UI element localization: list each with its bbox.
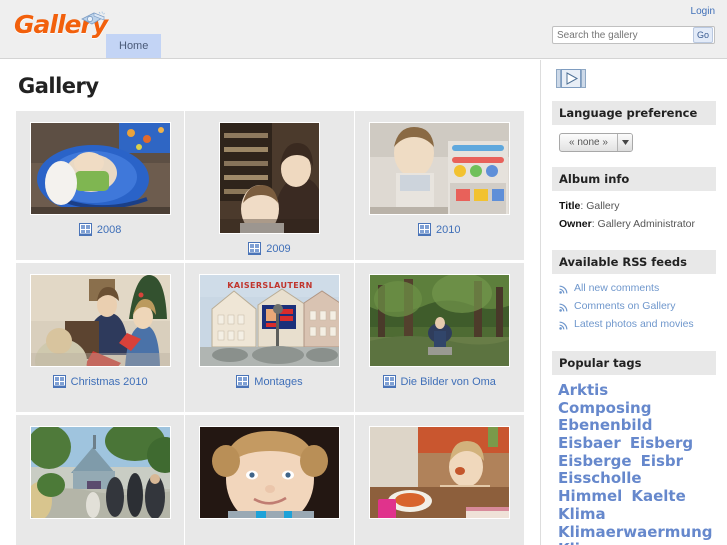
- album-grid: 2008 2009 2010 Christmas 2010 KAISERSLAU…: [16, 110, 524, 545]
- album-title: 2008: [96, 223, 122, 236]
- album-link[interactable]: Die Bilder von Oma: [382, 375, 496, 388]
- album-title: 2009: [266, 242, 291, 255]
- popular-tag-link[interactable]: Himmel: [558, 487, 622, 505]
- login-link[interactable]: Login: [691, 6, 715, 17]
- language-selected-value: « none »: [569, 137, 608, 148]
- album-info-value: Gallery: [586, 200, 620, 212]
- camera-icon: [81, 11, 105, 25]
- album-thumbnail[interactable]: [218, 122, 320, 234]
- album-info-row: Title: Gallery: [559, 200, 620, 212]
- album-info-value: Gallery Administrator: [597, 218, 695, 230]
- album-cell[interactable]: 2008: [16, 111, 186, 263]
- album-icon: [418, 223, 431, 236]
- page-title: Gallery: [18, 74, 99, 98]
- album-thumbnail[interactable]: [368, 426, 510, 519]
- album-info-heading: Album info: [552, 167, 716, 191]
- main-nav-tabs: Home: [106, 34, 162, 58]
- album-cell[interactable]: KAISERSLAUTERN Montages: [185, 263, 355, 415]
- album-thumbnail[interactable]: [29, 274, 171, 367]
- album-icon: [78, 223, 92, 236]
- album-icon: [52, 375, 66, 388]
- album-cell[interactable]: Christmas 2010: [16, 263, 186, 415]
- album-link[interactable]: Christmas 2010: [52, 375, 148, 388]
- album-icon: [382, 375, 396, 388]
- language-preference-heading: Language preference: [552, 101, 716, 125]
- rss-icon: [559, 303, 568, 312]
- popular-tags-cloud: Arktis Composing Ebenenbild Eisbaer Eisb…: [552, 375, 716, 545]
- rss-icon: [559, 321, 568, 330]
- site-logo[interactable]: Gallery: [14, 10, 108, 44]
- rss-feed-label: All new comments: [574, 282, 660, 294]
- chevron-down-icon: [617, 134, 632, 151]
- album-cell[interactable]: 2010: [354, 111, 524, 263]
- album-cell[interactable]: [185, 415, 355, 545]
- rss-icon: [559, 285, 568, 294]
- album-cell[interactable]: [354, 415, 524, 545]
- album-link[interactable]: Montages: [236, 375, 303, 388]
- popular-tag-link[interactable]: Arktis: [558, 381, 608, 399]
- rss-feeds-body: All new comments Comments on Gallery Lat…: [552, 274, 716, 338]
- rss-feeds-heading: Available RSS feeds: [552, 250, 716, 274]
- popular-tag-link[interactable]: Eisberge: [558, 452, 632, 470]
- album-thumbnail[interactable]: [368, 274, 510, 367]
- rss-feed-label: Comments on Gallery: [574, 300, 676, 312]
- popular-tag-link[interactable]: Eisberg: [630, 434, 693, 452]
- language-preference-body: « none »: [552, 125, 716, 154]
- rss-feed-label: Latest photos and movies: [574, 318, 694, 330]
- svg-text:KAISERSLAUTERN: KAISERSLAUTERN: [227, 281, 312, 290]
- album-title: Montages: [254, 375, 303, 388]
- album-cell[interactable]: [16, 415, 186, 545]
- album-title: Die Bilder von Oma: [400, 375, 496, 388]
- search-input[interactable]: [553, 27, 693, 43]
- popular-tag-link[interactable]: Eisbaer: [558, 434, 621, 452]
- page-body: Gallery 2008 2009 2010 Christmas 2010 KA…: [0, 60, 727, 545]
- album-icon: [248, 242, 262, 255]
- album-thumbnail[interactable]: [29, 122, 171, 215]
- album-link[interactable]: 2010: [418, 223, 460, 236]
- tab-home[interactable]: Home: [106, 34, 162, 58]
- album-cell[interactable]: 2009: [185, 111, 355, 263]
- album-thumbnail[interactable]: KAISERSLAUTERN: [198, 274, 340, 367]
- album-link[interactable]: 2009: [248, 242, 291, 255]
- rss-feed-link[interactable]: Comments on Gallery: [559, 300, 709, 313]
- album-thumbnail[interactable]: [29, 426, 171, 519]
- album-thumbnail[interactable]: [368, 122, 510, 215]
- site-header: Gallery Home Login Go: [0, 0, 727, 59]
- rss-feed-link[interactable]: Latest photos and movies: [559, 318, 709, 331]
- popular-tag-link[interactable]: Ebenenbild: [558, 416, 652, 435]
- album-title: Christmas 2010: [70, 375, 148, 388]
- search-box[interactable]: Go: [552, 26, 715, 44]
- popular-tag-link[interactable]: Klimaerwrmung: [558, 540, 692, 545]
- popular-tag-link[interactable]: Eisbr: [641, 452, 683, 470]
- popular-tag-link[interactable]: Eisscholle: [558, 469, 642, 488]
- album-cell[interactable]: Die Bilder von Oma: [354, 263, 524, 415]
- rss-feed-link[interactable]: All new comments: [559, 282, 709, 295]
- album-icon: [236, 375, 250, 388]
- album-link[interactable]: 2008: [78, 223, 122, 236]
- album-title: 2010: [436, 223, 461, 236]
- slideshow-play-icon[interactable]: [556, 69, 586, 88]
- album-info-body: Title: Gallery Owner: Gallery Administra…: [552, 191, 716, 237]
- album-info-label: Title: [559, 200, 581, 212]
- album-info-row: Owner: Gallery Administrator: [559, 218, 695, 230]
- gallery-page: Gallery Home Login Go Gallery: [0, 0, 727, 545]
- album-info-label: Owner: [559, 218, 592, 230]
- search-go-button[interactable]: Go: [693, 27, 713, 43]
- popular-tag-link[interactable]: Kaelte: [631, 487, 685, 505]
- main-content: Gallery 2008 2009 2010 Christmas 2010 KA…: [0, 60, 540, 545]
- popular-tag-link[interactable]: Klimaerwaermung: [558, 523, 713, 541]
- sidebar: Language preference « none » Album info …: [540, 60, 727, 545]
- popular-tag-link[interactable]: Composing: [558, 399, 651, 417]
- popular-tag-link[interactable]: Klima: [558, 505, 606, 523]
- language-select[interactable]: « none »: [559, 133, 633, 152]
- popular-tags-heading: Popular tags: [552, 351, 716, 375]
- album-thumbnail[interactable]: [198, 426, 340, 519]
